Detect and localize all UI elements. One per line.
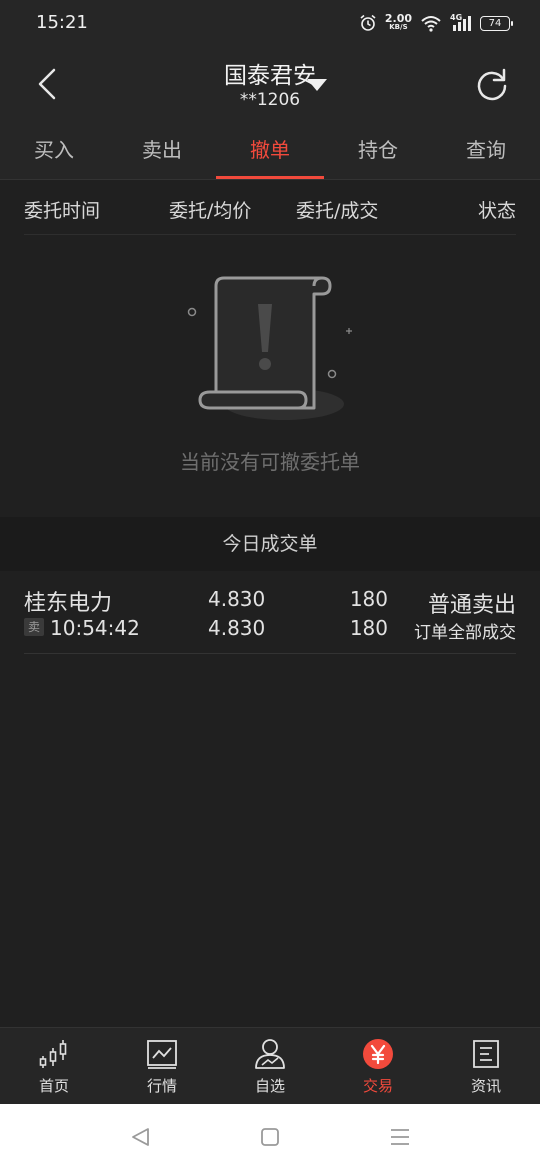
refresh-icon[interactable] <box>472 64 512 104</box>
system-nav-bar <box>0 1104 540 1170</box>
stock-name: 桂东电力 <box>24 591 113 616</box>
user-chart-icon <box>255 1039 285 1069</box>
battery-level: 74 <box>488 17 502 29</box>
col-order-avg-price: 委托/均价 <box>169 200 252 222</box>
tab-sell[interactable]: 卖出 <box>108 122 216 179</box>
signal-icon: 4G <box>450 13 472 32</box>
trade-tabs: 买入 卖出 撤单 持仓 查询 <box>0 122 540 180</box>
system-menu-icon[interactable] <box>388 1126 412 1148</box>
order-price: 4.830 <box>208 587 266 611</box>
battery-icon: 74 <box>480 15 513 31</box>
nav-trade[interactable]: 交易 <box>324 1028 432 1104</box>
bottom-nav: 首页 行情 自选 交易 资讯 <box>0 1027 540 1104</box>
nav-news[interactable]: 资讯 <box>432 1028 540 1104</box>
col-status: 状态 <box>477 200 516 222</box>
trade-type: 普通卖出 <box>427 593 516 618</box>
status-icons: 2.00 KB/S 4G 74 <box>359 12 513 34</box>
empty-state-message: 当前没有可撤委托单 <box>180 450 360 474</box>
status-time: 15:21 <box>36 12 88 33</box>
chart-line-icon <box>147 1040 177 1069</box>
order-qty: 180 <box>349 587 388 611</box>
filled-qty: 180 <box>349 616 388 640</box>
broker-selector[interactable]: 国泰君安 <box>0 56 540 90</box>
avg-price: 4.830 <box>208 616 266 640</box>
empty-scroll-icon <box>187 276 352 420</box>
system-home-icon[interactable] <box>258 1126 282 1148</box>
side-badge: 卖 <box>24 618 44 636</box>
tab-cancel-order[interactable]: 撤单 <box>216 122 324 179</box>
header: 国泰君安 **1206 <box>0 48 540 122</box>
trade-row[interactable]: 桂东电力 卖 10:54:42 4.830 4.830 180 180 普通卖出… <box>24 578 516 654</box>
yen-icon <box>363 1039 393 1069</box>
tab-buy[interactable]: 买入 <box>0 122 108 179</box>
nav-trade-label: 交易 <box>362 1077 393 1095</box>
broker-name: 国泰君安 <box>224 63 316 89</box>
col-order-time: 委托时间 <box>24 200 101 222</box>
nav-watchlist[interactable]: 自选 <box>216 1028 324 1104</box>
net-speed-value: 2.00 <box>384 12 412 25</box>
nav-market[interactable]: 行情 <box>108 1028 216 1104</box>
status-bar: 15:21 2.00 KB/S 4G 74 <box>0 0 540 48</box>
tab-holdings[interactable]: 持仓 <box>324 122 432 179</box>
net-speed: 2.00 KB/S <box>384 12 412 32</box>
alarm-icon <box>360 14 376 31</box>
tab-query[interactable]: 查询 <box>432 122 540 179</box>
trade-time: 10:54:42 <box>50 616 140 640</box>
trade-status: 订单全部成交 <box>414 623 516 643</box>
nav-market-label: 行情 <box>146 1077 177 1095</box>
col-order-filled: 委托/成交 <box>296 200 379 222</box>
nav-news-label: 资讯 <box>470 1077 501 1095</box>
wifi-icon <box>421 16 441 32</box>
candlestick-icon <box>39 1040 67 1068</box>
nav-home[interactable]: 首页 <box>0 1028 108 1104</box>
nav-watchlist-label: 自选 <box>254 1077 285 1095</box>
nav-home-label: 首页 <box>38 1077 69 1095</box>
system-back-icon[interactable] <box>128 1126 152 1148</box>
column-headers: 委托时间 委托/均价 委托/成交 状态 <box>24 181 516 235</box>
account-number: **1206 <box>239 90 301 110</box>
today-trades-title: 今日成交单 <box>0 517 540 571</box>
document-icon <box>473 1040 499 1068</box>
net-speed-unit: KB/S <box>389 23 408 31</box>
